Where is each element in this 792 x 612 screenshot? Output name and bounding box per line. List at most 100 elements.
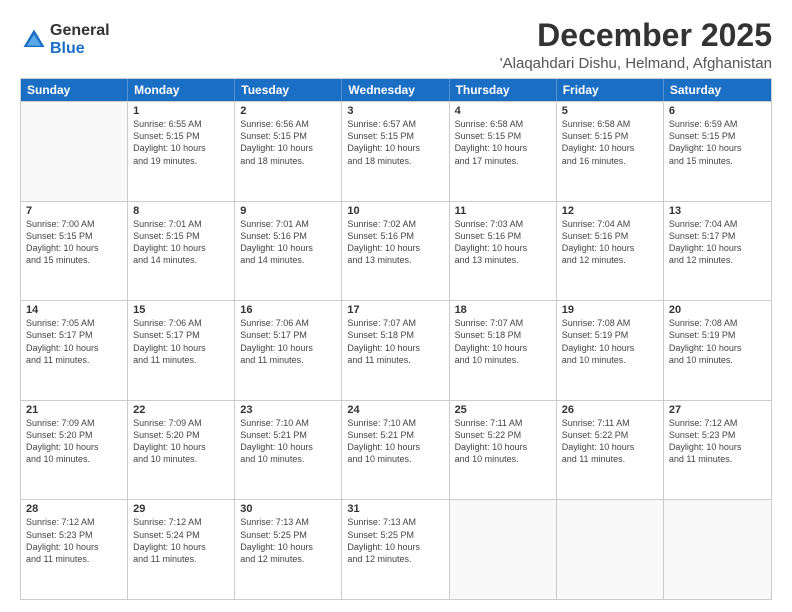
header-cell-saturday: Saturday (664, 79, 771, 101)
day-info: Sunrise: 7:05 AM Sunset: 5:17 PM Dayligh… (26, 317, 122, 366)
day-info: Sunrise: 6:56 AM Sunset: 5:15 PM Dayligh… (240, 118, 336, 167)
cal-cell-2-4: 18Sunrise: 7:07 AM Sunset: 5:18 PM Dayli… (450, 301, 557, 400)
cal-cell-1-6: 13Sunrise: 7:04 AM Sunset: 5:17 PM Dayli… (664, 202, 771, 301)
day-info: Sunrise: 7:08 AM Sunset: 5:19 PM Dayligh… (669, 317, 766, 366)
cal-cell-3-1: 22Sunrise: 7:09 AM Sunset: 5:20 PM Dayli… (128, 401, 235, 500)
day-number: 29 (133, 503, 229, 515)
logo-blue: Blue (50, 40, 110, 58)
day-info: Sunrise: 7:08 AM Sunset: 5:19 PM Dayligh… (562, 317, 658, 366)
cal-cell-2-6: 20Sunrise: 7:08 AM Sunset: 5:19 PM Dayli… (664, 301, 771, 400)
cal-cell-3-2: 23Sunrise: 7:10 AM Sunset: 5:21 PM Dayli… (235, 401, 342, 500)
calendar-body: 1Sunrise: 6:55 AM Sunset: 5:15 PM Daylig… (21, 101, 771, 599)
day-info: Sunrise: 7:01 AM Sunset: 5:15 PM Dayligh… (133, 218, 229, 267)
day-number: 15 (133, 304, 229, 316)
logo-icon (20, 26, 48, 54)
day-info: Sunrise: 7:07 AM Sunset: 5:18 PM Dayligh… (347, 317, 443, 366)
header-cell-wednesday: Wednesday (342, 79, 449, 101)
cal-cell-4-6 (664, 500, 771, 599)
week-row-5: 28Sunrise: 7:12 AM Sunset: 5:23 PM Dayli… (21, 499, 771, 599)
cal-cell-0-3: 3Sunrise: 6:57 AM Sunset: 5:15 PM Daylig… (342, 102, 449, 201)
calendar-header: SundayMondayTuesdayWednesdayThursdayFrid… (21, 79, 771, 101)
cal-cell-3-4: 25Sunrise: 7:11 AM Sunset: 5:22 PM Dayli… (450, 401, 557, 500)
cal-cell-1-5: 12Sunrise: 7:04 AM Sunset: 5:16 PM Dayli… (557, 202, 664, 301)
day-number: 22 (133, 404, 229, 416)
day-info: Sunrise: 7:01 AM Sunset: 5:16 PM Dayligh… (240, 218, 336, 267)
header-cell-tuesday: Tuesday (235, 79, 342, 101)
cal-cell-0-2: 2Sunrise: 6:56 AM Sunset: 5:15 PM Daylig… (235, 102, 342, 201)
day-number: 24 (347, 404, 443, 416)
day-info: Sunrise: 7:10 AM Sunset: 5:21 PM Dayligh… (240, 417, 336, 466)
day-number: 28 (26, 503, 122, 515)
cal-cell-0-5: 5Sunrise: 6:58 AM Sunset: 5:15 PM Daylig… (557, 102, 664, 201)
day-info: Sunrise: 7:06 AM Sunset: 5:17 PM Dayligh… (133, 317, 229, 366)
cal-cell-3-5: 26Sunrise: 7:11 AM Sunset: 5:22 PM Dayli… (557, 401, 664, 500)
day-info: Sunrise: 7:09 AM Sunset: 5:20 PM Dayligh… (26, 417, 122, 466)
day-number: 26 (562, 404, 658, 416)
day-info: Sunrise: 7:12 AM Sunset: 5:23 PM Dayligh… (669, 417, 766, 466)
day-number: 23 (240, 404, 336, 416)
day-info: Sunrise: 7:04 AM Sunset: 5:17 PM Dayligh… (669, 218, 766, 267)
day-info: Sunrise: 7:13 AM Sunset: 5:25 PM Dayligh… (347, 516, 443, 565)
cal-cell-1-4: 11Sunrise: 7:03 AM Sunset: 5:16 PM Dayli… (450, 202, 557, 301)
calendar-subtitle: 'Alaqahdari Dishu, Helmand, Afghanistan (500, 55, 772, 72)
day-info: Sunrise: 7:02 AM Sunset: 5:16 PM Dayligh… (347, 218, 443, 267)
day-number: 21 (26, 404, 122, 416)
header: General Blue December 2025 'Alaqahdari D… (20, 18, 772, 72)
cal-cell-4-2: 30Sunrise: 7:13 AM Sunset: 5:25 PM Dayli… (235, 500, 342, 599)
day-number: 16 (240, 304, 336, 316)
day-number: 4 (455, 105, 551, 117)
cal-cell-0-4: 4Sunrise: 6:58 AM Sunset: 5:15 PM Daylig… (450, 102, 557, 201)
day-number: 18 (455, 304, 551, 316)
cal-cell-3-6: 27Sunrise: 7:12 AM Sunset: 5:23 PM Dayli… (664, 401, 771, 500)
cal-cell-0-6: 6Sunrise: 6:59 AM Sunset: 5:15 PM Daylig… (664, 102, 771, 201)
cal-cell-3-3: 24Sunrise: 7:10 AM Sunset: 5:21 PM Dayli… (342, 401, 449, 500)
day-number: 7 (26, 205, 122, 217)
week-row-4: 21Sunrise: 7:09 AM Sunset: 5:20 PM Dayli… (21, 400, 771, 500)
cal-cell-0-0 (21, 102, 128, 201)
day-info: Sunrise: 7:11 AM Sunset: 5:22 PM Dayligh… (455, 417, 551, 466)
day-number: 25 (455, 404, 551, 416)
day-number: 14 (26, 304, 122, 316)
cal-cell-2-5: 19Sunrise: 7:08 AM Sunset: 5:19 PM Dayli… (557, 301, 664, 400)
day-info: Sunrise: 7:12 AM Sunset: 5:23 PM Dayligh… (26, 516, 122, 565)
cal-cell-1-1: 8Sunrise: 7:01 AM Sunset: 5:15 PM Daylig… (128, 202, 235, 301)
logo: General Blue (20, 22, 110, 57)
day-info: Sunrise: 7:07 AM Sunset: 5:18 PM Dayligh… (455, 317, 551, 366)
day-info: Sunrise: 7:06 AM Sunset: 5:17 PM Dayligh… (240, 317, 336, 366)
day-info: Sunrise: 7:12 AM Sunset: 5:24 PM Dayligh… (133, 516, 229, 565)
cal-cell-2-3: 17Sunrise: 7:07 AM Sunset: 5:18 PM Dayli… (342, 301, 449, 400)
cal-cell-4-4 (450, 500, 557, 599)
cal-cell-1-0: 7Sunrise: 7:00 AM Sunset: 5:15 PM Daylig… (21, 202, 128, 301)
week-row-3: 14Sunrise: 7:05 AM Sunset: 5:17 PM Dayli… (21, 300, 771, 400)
day-info: Sunrise: 6:59 AM Sunset: 5:15 PM Dayligh… (669, 118, 766, 167)
cal-cell-2-2: 16Sunrise: 7:06 AM Sunset: 5:17 PM Dayli… (235, 301, 342, 400)
day-number: 8 (133, 205, 229, 217)
header-cell-friday: Friday (557, 79, 664, 101)
day-number: 20 (669, 304, 766, 316)
calendar-title: December 2025 (500, 18, 772, 53)
day-number: 1 (133, 105, 229, 117)
cal-cell-0-1: 1Sunrise: 6:55 AM Sunset: 5:15 PM Daylig… (128, 102, 235, 201)
day-number: 10 (347, 205, 443, 217)
day-number: 12 (562, 205, 658, 217)
day-number: 5 (562, 105, 658, 117)
day-info: Sunrise: 6:55 AM Sunset: 5:15 PM Dayligh… (133, 118, 229, 167)
day-number: 2 (240, 105, 336, 117)
day-info: Sunrise: 7:13 AM Sunset: 5:25 PM Dayligh… (240, 516, 336, 565)
day-info: Sunrise: 7:11 AM Sunset: 5:22 PM Dayligh… (562, 417, 658, 466)
header-cell-sunday: Sunday (21, 79, 128, 101)
cal-cell-2-0: 14Sunrise: 7:05 AM Sunset: 5:17 PM Dayli… (21, 301, 128, 400)
day-info: Sunrise: 7:03 AM Sunset: 5:16 PM Dayligh… (455, 218, 551, 267)
day-number: 31 (347, 503, 443, 515)
day-number: 13 (669, 205, 766, 217)
day-info: Sunrise: 6:58 AM Sunset: 5:15 PM Dayligh… (455, 118, 551, 167)
day-number: 30 (240, 503, 336, 515)
cal-cell-4-0: 28Sunrise: 7:12 AM Sunset: 5:23 PM Dayli… (21, 500, 128, 599)
day-info: Sunrise: 6:58 AM Sunset: 5:15 PM Dayligh… (562, 118, 658, 167)
day-number: 19 (562, 304, 658, 316)
cal-cell-4-5 (557, 500, 664, 599)
title-block: December 2025 'Alaqahdari Dishu, Helmand… (500, 18, 772, 72)
day-number: 6 (669, 105, 766, 117)
day-number: 27 (669, 404, 766, 416)
logo-general: General (50, 22, 110, 40)
